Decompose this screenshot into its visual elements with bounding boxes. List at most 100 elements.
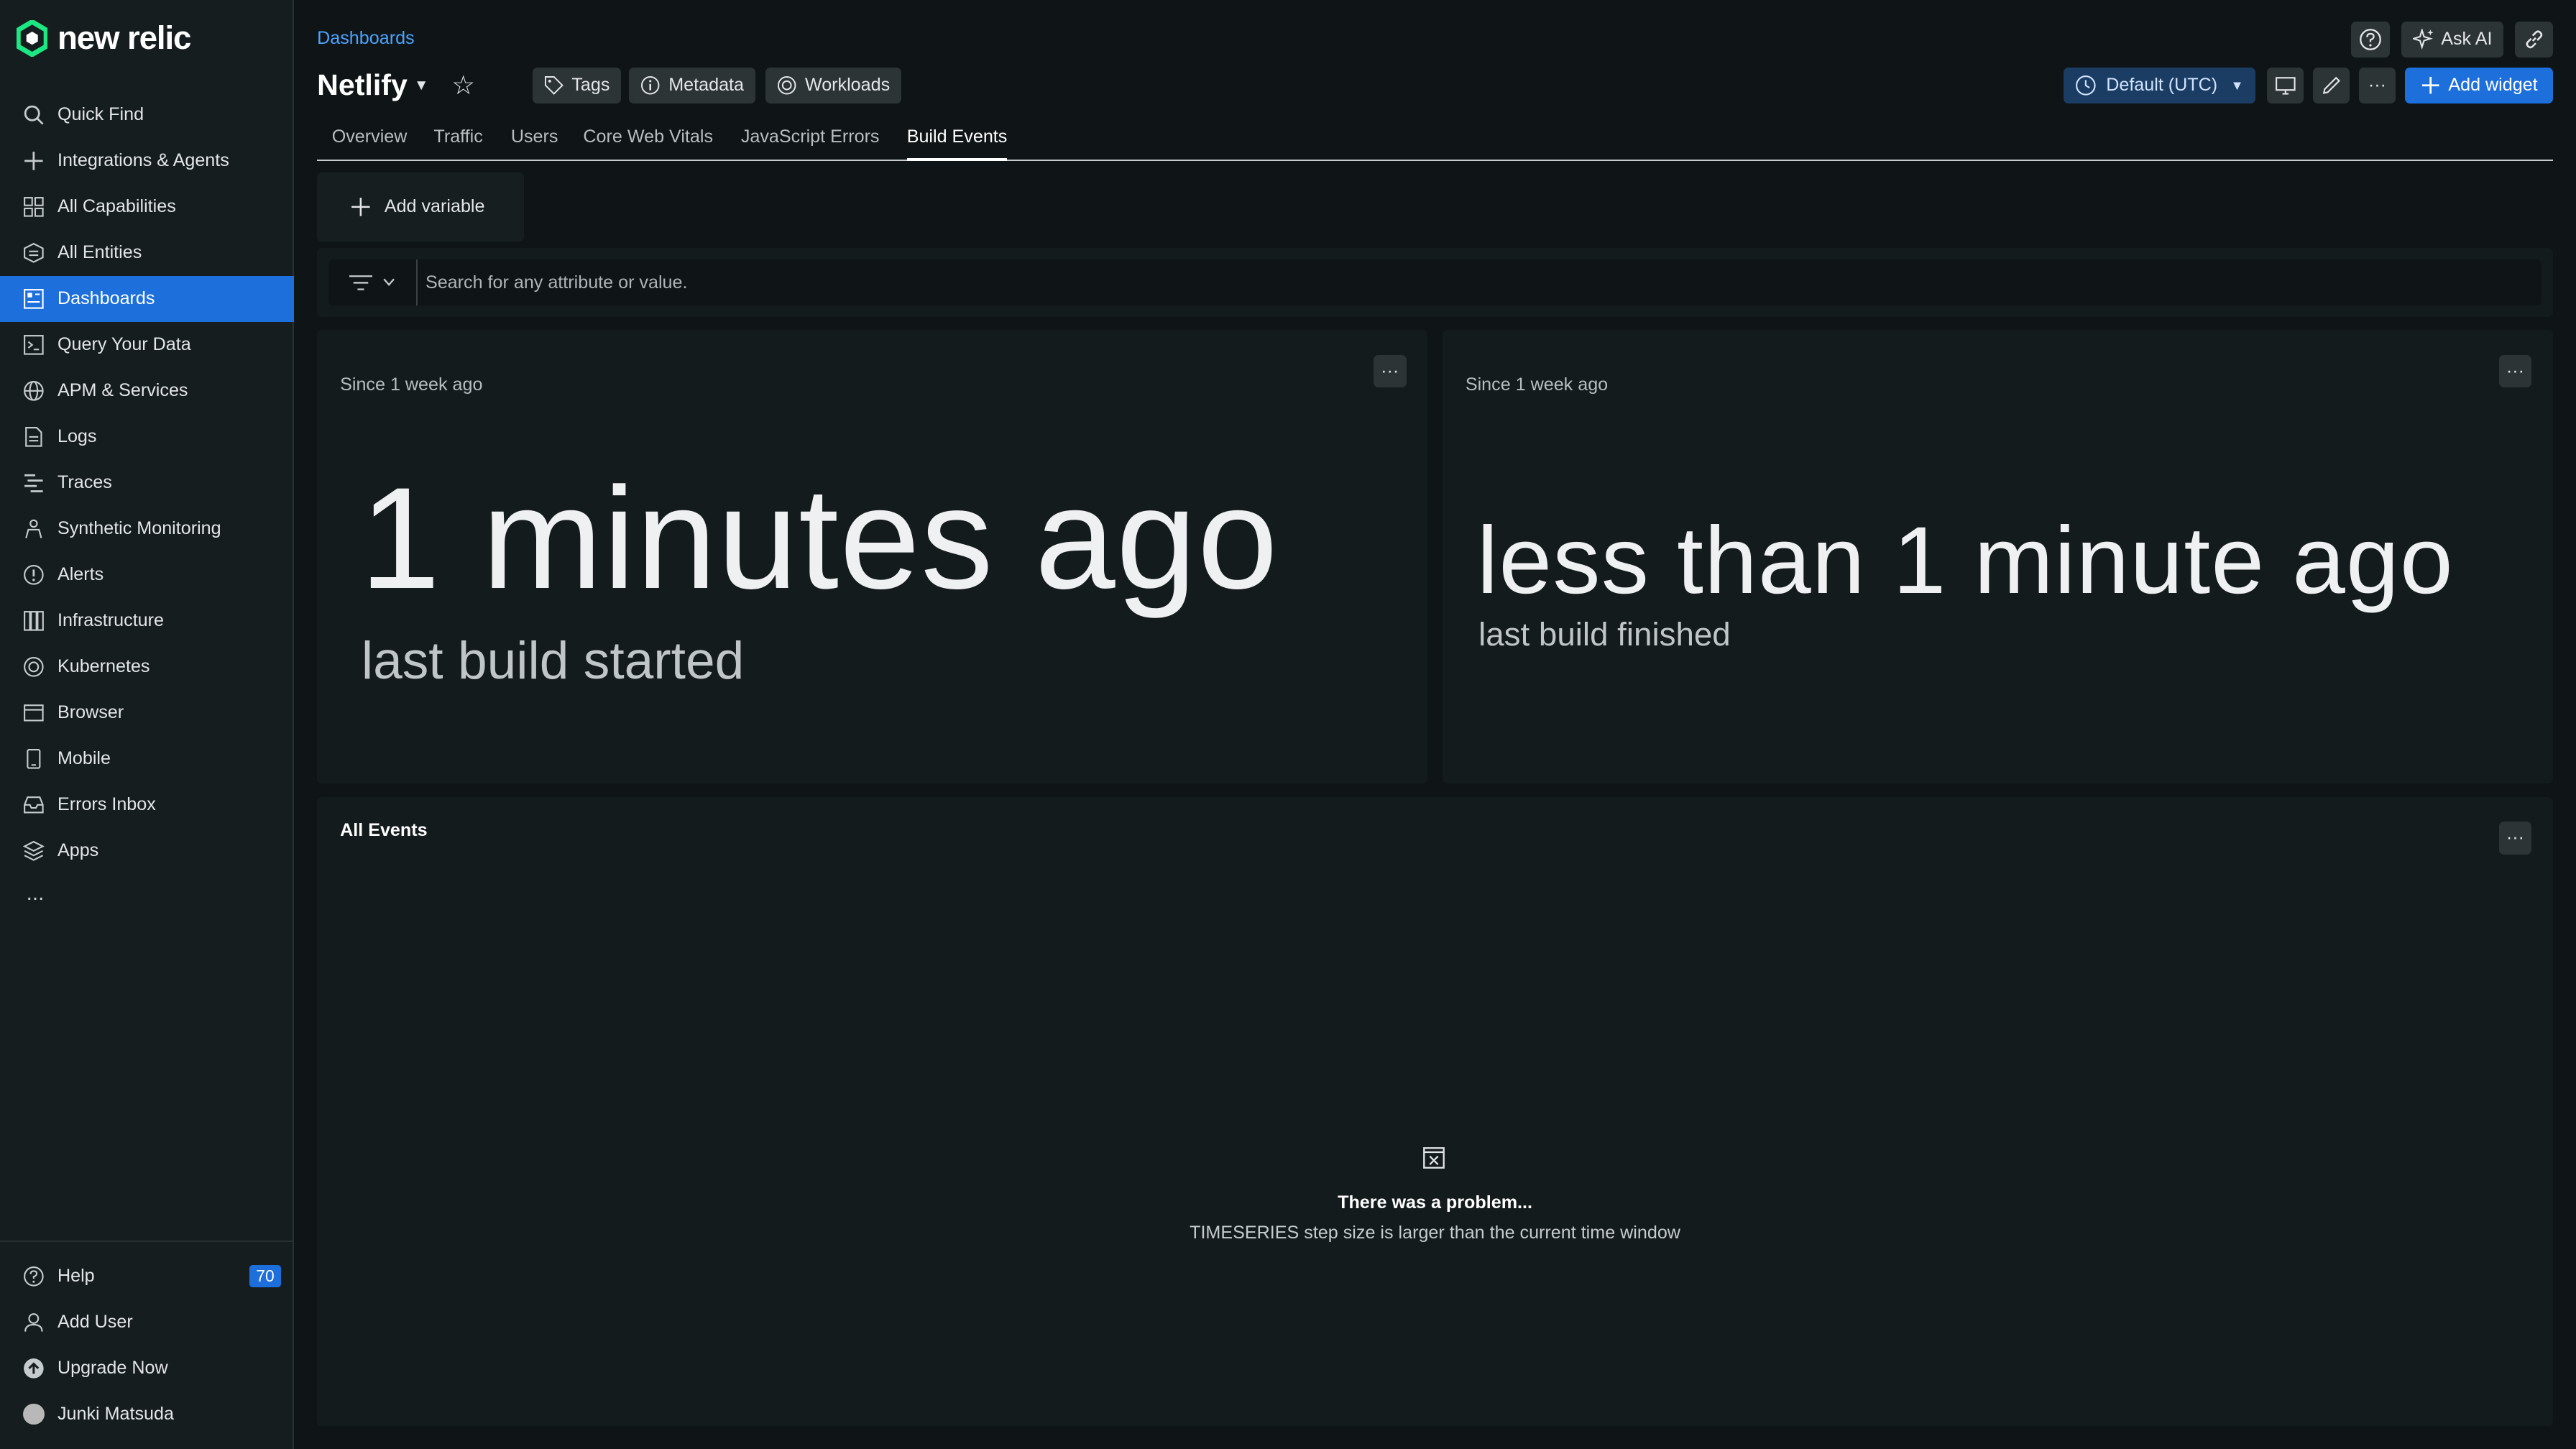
sidebar-item-mobile[interactable]: Mobile bbox=[0, 736, 294, 782]
sidebar-item-label: Quick Find bbox=[57, 104, 144, 125]
billboard-label: last build started bbox=[361, 631, 745, 690]
timezone-picker[interactable]: Default (UTC) ▼ bbox=[2063, 67, 2256, 104]
sidebar-item-apm-services[interactable]: APM & Services bbox=[0, 368, 294, 414]
star-icon[interactable]: ☆ bbox=[451, 70, 475, 101]
document-icon bbox=[25, 427, 42, 447]
add-variable-label: Add variable bbox=[384, 196, 485, 217]
edit-button[interactable] bbox=[2313, 67, 2350, 104]
panel-title: All Events bbox=[340, 819, 428, 840]
billboard-panel-finished: Since 1 week ago ··· less than 1 minute … bbox=[1442, 330, 2553, 784]
timezone-label: Default (UTC) bbox=[2106, 75, 2218, 96]
sidebar-item-label: Logs bbox=[57, 426, 97, 447]
sidebar-item-all-entities[interactable]: All Entities bbox=[0, 230, 294, 276]
sidebar-bottom: Help 70 Add User Upgrade Now Junki Matsu… bbox=[0, 1240, 295, 1438]
billboard-value: 1 minutes ago bbox=[359, 457, 1279, 620]
sidebar-item-integrations[interactable]: Integrations & Agents bbox=[0, 138, 294, 184]
ellipsis-icon: ··· bbox=[2368, 75, 2386, 96]
sidebar-item-user-profile[interactable]: Junki Matsuda bbox=[0, 1392, 294, 1438]
link-icon bbox=[2526, 30, 2543, 49]
filter-bar bbox=[328, 259, 2542, 306]
sidebar-item-label: Errors Inbox bbox=[57, 794, 156, 815]
sidebar-item-label: All Capabilities bbox=[57, 196, 176, 217]
tags-button[interactable]: Tags bbox=[532, 67, 622, 104]
tv-mode-button[interactable] bbox=[2267, 67, 2304, 104]
workloads-button[interactable]: Workloads bbox=[765, 67, 902, 104]
copy-link-button[interactable] bbox=[2515, 21, 2553, 58]
sidebar-item-quick-find[interactable]: Quick Find bbox=[0, 92, 294, 138]
new-relic-logo[interactable]: new relic bbox=[16, 19, 191, 57]
panel-menu-button[interactable]: ··· bbox=[1373, 354, 1407, 388]
workloads-label: Workloads bbox=[804, 75, 891, 96]
sidebar: new relic Quick Find Integrations & Agen… bbox=[0, 0, 295, 1449]
sidebar-item-dashboards[interactable]: Dashboards bbox=[0, 275, 295, 322]
sidebar-item-label: Query Your Data bbox=[57, 334, 191, 355]
sidebar-item-alerts[interactable]: Alerts bbox=[0, 552, 294, 598]
dashboard-icon bbox=[24, 289, 44, 309]
sidebar-item-infrastructure[interactable]: Infrastructure bbox=[0, 598, 294, 644]
search-icon bbox=[24, 105, 44, 125]
search-input[interactable] bbox=[417, 272, 2061, 293]
sidebar-item-kubernetes[interactable]: Kubernetes bbox=[0, 644, 294, 690]
clock-icon bbox=[2075, 75, 2096, 96]
panel-menu-button[interactable]: ··· bbox=[2498, 354, 2532, 388]
sidebar-item-apps[interactable]: Apps bbox=[0, 828, 294, 874]
tab-javascript-errors[interactable]: JavaScript Errors bbox=[741, 126, 880, 161]
sidebar-item-upgrade-now[interactable]: Upgrade Now bbox=[0, 1346, 294, 1392]
tab-traffic[interactable]: Traffic bbox=[433, 126, 482, 161]
sidebar-item-query-your-data[interactable]: Query Your Data bbox=[0, 322, 294, 368]
panel-time-range: Since 1 week ago bbox=[1465, 374, 1609, 395]
ask-ai-button[interactable]: Ask AI bbox=[2401, 21, 2504, 58]
all-events-panel: All Events ··· There was a problem... TI… bbox=[317, 796, 2553, 1426]
filter-menu-button[interactable] bbox=[328, 259, 418, 306]
chevron-down-icon bbox=[382, 278, 395, 287]
sidebar-item-errors-inbox[interactable]: Errors Inbox bbox=[0, 782, 294, 828]
sidebar-item-synthetic-monitoring[interactable]: Synthetic Monitoring bbox=[0, 506, 294, 552]
sidebar-more-button[interactable]: ... bbox=[0, 874, 294, 914]
page-title[interactable]: Netlify bbox=[317, 68, 408, 102]
info-icon bbox=[641, 76, 660, 95]
tab-build-events[interactable]: Build Events bbox=[906, 126, 1008, 161]
kubernetes-icon bbox=[24, 656, 44, 677]
chevron-down-icon[interactable]: ▼ bbox=[414, 77, 428, 94]
synthetic-icon bbox=[25, 519, 42, 538]
sidebar-item-label: Alerts bbox=[57, 564, 104, 585]
entities-icon bbox=[24, 243, 44, 263]
sidebar-item-browser[interactable]: Browser bbox=[0, 690, 294, 736]
main-content: Dashboards Netlify ▼ ☆ Tags Metadata Wor… bbox=[317, 0, 2553, 1449]
avatar bbox=[22, 1403, 45, 1425]
tab-overview[interactable]: Overview bbox=[332, 126, 408, 161]
sidebar-item-traces[interactable]: Traces bbox=[0, 460, 294, 506]
alert-icon bbox=[24, 565, 44, 585]
billboard-panel-started: Since 1 week ago ··· 1 minutes ago last … bbox=[317, 330, 1428, 784]
tab-core-web-vitals[interactable]: Core Web Vitals bbox=[583, 126, 713, 161]
sidebar-item-add-user[interactable]: Add User bbox=[0, 1300, 294, 1346]
help-button[interactable] bbox=[2350, 21, 2391, 58]
add-widget-button[interactable]: Add widget bbox=[2405, 67, 2553, 104]
sidebar-item-label: Help bbox=[57, 1266, 95, 1287]
ask-ai-label: Ask AI bbox=[2441, 29, 2493, 50]
user-icon bbox=[24, 1312, 43, 1332]
sidebar-item-label: Mobile bbox=[57, 748, 111, 769]
sidebar-item-help[interactable]: Help 70 bbox=[0, 1254, 294, 1300]
panel-time-range: Since 1 week ago bbox=[340, 374, 483, 395]
panel-menu-button[interactable]: ··· bbox=[2498, 821, 2532, 855]
upgrade-icon bbox=[24, 1358, 44, 1379]
error-title: There was a problem... bbox=[1338, 1192, 1532, 1213]
billboard-label: last build finished bbox=[1478, 616, 1731, 653]
grid-icon bbox=[24, 197, 44, 217]
ellipsis-icon: ··· bbox=[2506, 361, 2524, 382]
filter-bar-container bbox=[317, 248, 2553, 318]
metadata-button[interactable]: Metadata bbox=[629, 67, 755, 104]
sidebar-item-label: Add User bbox=[57, 1312, 133, 1333]
monitor-icon bbox=[2275, 77, 2296, 95]
sparkle-icon bbox=[2413, 28, 2434, 50]
more-options-button[interactable]: ··· bbox=[2359, 67, 2396, 104]
help-icon bbox=[2360, 28, 2381, 50]
sidebar-item-logs[interactable]: Logs bbox=[0, 414, 294, 460]
breadcrumb[interactable]: Dashboards bbox=[317, 28, 414, 49]
add-variable-button[interactable]: Add variable bbox=[317, 172, 525, 242]
help-icon bbox=[24, 1266, 44, 1287]
sidebar-item-all-capabilities[interactable]: All Capabilities bbox=[0, 184, 294, 230]
tab-users[interactable]: Users bbox=[511, 126, 558, 161]
sidebar-item-label: Integrations & Agents bbox=[57, 150, 229, 171]
